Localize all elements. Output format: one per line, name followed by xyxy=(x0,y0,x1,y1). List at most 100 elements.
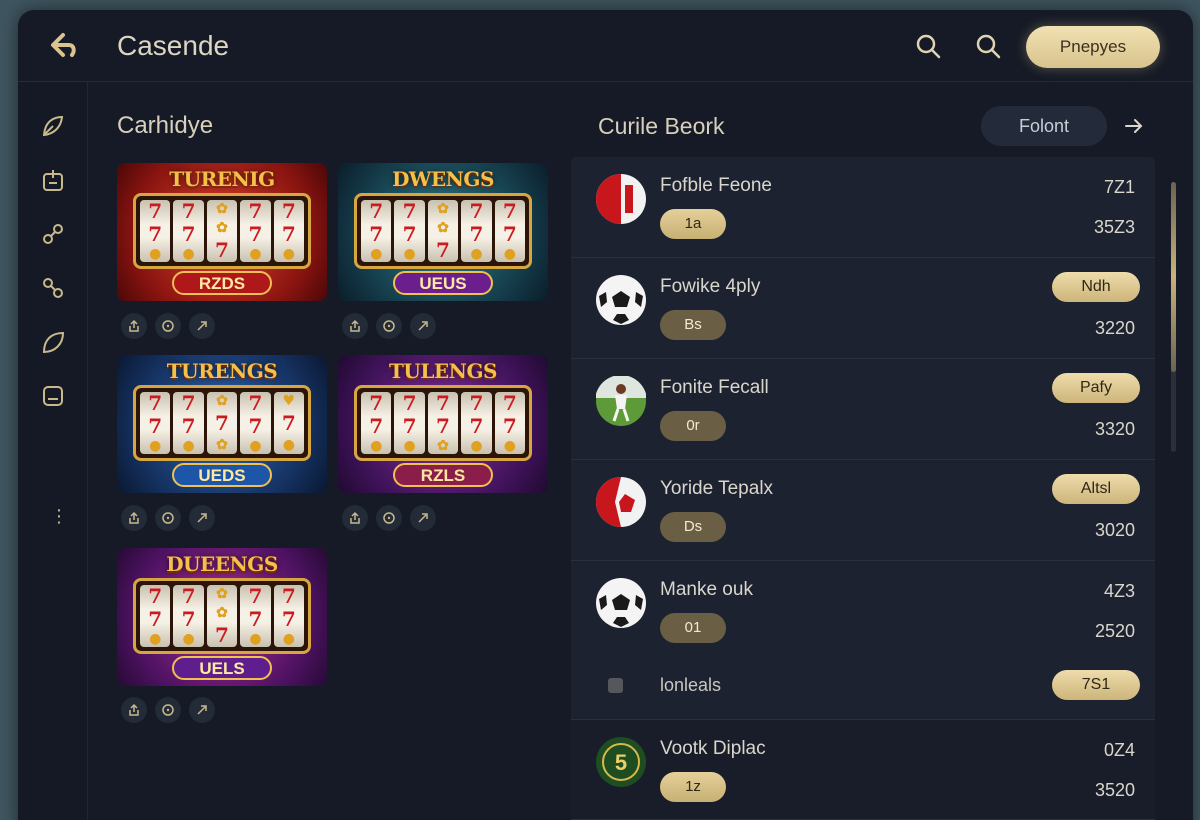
slot-reels: 7 7 ● 7 7 ● ✿ ✿ 7 7 7 ● 7 7 ● xyxy=(133,578,311,654)
game-card[interactable]: DUEENGS 7 7 ● 7 7 ● ✿ ✿ 7 7 7 ● 7 7 ● UELS xyxy=(117,548,327,686)
share-icon xyxy=(129,703,139,716)
game-card-label: RZDS xyxy=(172,271,272,295)
feather-icon[interactable] xyxy=(39,328,67,356)
search-icon[interactable] xyxy=(974,32,1002,60)
share-icon xyxy=(350,319,360,332)
clock-icon xyxy=(162,512,174,524)
share-icon xyxy=(129,319,139,332)
list-item[interactable]: Yoride Tepalx Ds Altsl 3020 xyxy=(571,460,1155,561)
game-card-label: UEDS xyxy=(172,463,272,487)
slot-reels: 7 7 ● 7 7 ● ✿ 7 ✿ 7 7 ● ♥ 7 ● xyxy=(133,385,311,461)
list-item[interactable]: Fonite Fecall 0r Pafy 3320 xyxy=(571,359,1155,460)
list-item[interactable]: Manke ouk 01 4Z3 2520 xyxy=(571,561,1155,662)
clock-icon xyxy=(383,512,395,524)
game-card-title: TURENGS xyxy=(166,359,278,383)
player-icon xyxy=(595,375,647,427)
list-item-pill[interactable]: Ds xyxy=(660,512,726,542)
link-icon[interactable] xyxy=(39,220,67,248)
external-link-icon xyxy=(197,705,207,715)
list-item-value: 3520 xyxy=(1094,780,1135,800)
list-item-value: 35Z3 xyxy=(1093,217,1135,237)
list-item-name: Fowike 4ply xyxy=(660,276,761,297)
share-button[interactable] xyxy=(121,313,147,339)
list-item-tag-button[interactable]: Pafy xyxy=(1052,373,1140,403)
list-subitem-label: lonleals xyxy=(660,675,722,695)
list-item-tag-button[interactable]: Altsl xyxy=(1052,474,1140,504)
list-item-pill[interactable]: Bs xyxy=(660,310,726,340)
checkbox[interactable] xyxy=(608,678,623,693)
red-ball-icon xyxy=(595,476,647,528)
game-card-actions xyxy=(121,697,215,723)
share-button[interactable] xyxy=(342,505,368,531)
arrow-right-icon[interactable] xyxy=(1122,114,1146,138)
soccer-ball-icon xyxy=(595,274,647,326)
game-card[interactable]: TULENGS 7 7 ● 7 7 ● 7 7 ✿ 7 7 ● 7 7 ● RZLS xyxy=(338,355,548,493)
list-item-value: 3220 xyxy=(1094,318,1135,338)
filter-button[interactable]: Folont xyxy=(981,106,1107,146)
clock-icon xyxy=(383,320,395,332)
open-button[interactable] xyxy=(189,313,215,339)
list-item-name: Fonite Fecall xyxy=(660,377,769,398)
list-subitem[interactable]: lonleals 7S1 xyxy=(571,662,1155,712)
box-icon[interactable] xyxy=(39,382,67,410)
sidebar: ⋮ xyxy=(18,82,88,820)
share-button[interactable] xyxy=(121,697,147,723)
list-item-pill[interactable]: 01 xyxy=(660,613,726,643)
chain-icon[interactable] xyxy=(39,274,67,302)
open-button[interactable] xyxy=(410,313,436,339)
favorite-button[interactable] xyxy=(155,505,181,531)
list-item-pill[interactable]: 0r xyxy=(660,411,726,441)
game-card-title: TURENIG xyxy=(169,167,275,191)
favorite-button[interactable] xyxy=(376,313,402,339)
green-badge-icon: 5 xyxy=(595,736,647,788)
list-subitem-tag-button[interactable]: 7S1 xyxy=(1052,670,1140,700)
list-item-pill[interactable]: 1a xyxy=(660,209,726,239)
badge-number: 5 xyxy=(615,750,627,775)
open-button[interactable] xyxy=(410,505,436,531)
primary-button[interactable]: Pnepyes xyxy=(1026,26,1160,68)
list-item-value: 2520 xyxy=(1094,621,1135,641)
share-button[interactable] xyxy=(342,313,368,339)
calendar-icon[interactable] xyxy=(39,166,67,194)
list-item-name: Yoride Tepalx xyxy=(660,478,774,499)
list-item-tag-button[interactable]: Ndh xyxy=(1052,272,1140,302)
share-icon xyxy=(350,511,360,524)
open-button[interactable] xyxy=(189,505,215,531)
clock-icon xyxy=(162,704,174,716)
list-item[interactable]: Fofble Feone 1a 7Z1 35Z3 xyxy=(571,157,1155,258)
scrollbar-thumb[interactable] xyxy=(1171,182,1176,372)
list-item-name: Manke ouk xyxy=(660,579,753,600)
leaf-icon[interactable] xyxy=(39,112,67,140)
soccer-ball-icon xyxy=(595,577,647,629)
game-card[interactable]: DWENGS 7 7 ● 7 7 ● ✿ ✿ 7 7 7 ● 7 7 ● UEUS xyxy=(338,163,548,301)
open-button[interactable] xyxy=(189,697,215,723)
list-item-name: Fofble Feone xyxy=(660,175,772,196)
favorite-button[interactable] xyxy=(155,697,181,723)
external-link-icon xyxy=(197,513,207,523)
list-item[interactable]: Fowike 4ply Bs Ndh 3220 xyxy=(571,258,1155,359)
external-link-icon xyxy=(418,513,428,523)
game-card-actions xyxy=(121,505,215,531)
share-button[interactable] xyxy=(121,505,147,531)
slot-reels: 7 7 ● 7 7 ● ✿ ✿ 7 7 7 ● 7 7 ● xyxy=(354,193,532,269)
more-icon[interactable]: ⋮ xyxy=(50,507,68,525)
game-card-label: RZLS xyxy=(393,463,493,487)
top-bar: Casende Pnepyes xyxy=(18,10,1193,82)
back-arrow-icon xyxy=(51,33,76,57)
slot-reels: 7 7 ● 7 7 ● 7 7 ✿ 7 7 ● 7 7 ● xyxy=(354,385,532,461)
favorite-button[interactable] xyxy=(376,505,402,531)
game-card-title: TULENGS xyxy=(389,359,497,383)
search-icon[interactable] xyxy=(914,32,942,60)
list-item[interactable]: 5 Vootk Diplac 1z 0Z4 3520 xyxy=(571,719,1155,820)
clock-icon xyxy=(162,320,174,332)
favorite-button[interactable] xyxy=(155,313,181,339)
games-section-title: Carhidye xyxy=(117,112,214,139)
game-card-actions xyxy=(342,505,436,531)
app-window: Casende Pnepyes ⋮ Carhidye TURENIG 7 7 ●… xyxy=(18,10,1193,820)
list-item-value: 3320 xyxy=(1094,419,1135,439)
list-item-pill[interactable]: 1z xyxy=(660,772,726,802)
game-card[interactable]: TURENGS 7 7 ● 7 7 ● ✿ 7 ✿ 7 7 ● ♥ 7 ● UEDS xyxy=(117,355,327,493)
back-button[interactable] xyxy=(44,28,80,64)
game-card-label: UELS xyxy=(172,656,272,680)
game-card[interactable]: TURENIG 7 7 ● 7 7 ● ✿ ✿ 7 7 7 ● 7 7 ● RZDS xyxy=(117,163,327,301)
